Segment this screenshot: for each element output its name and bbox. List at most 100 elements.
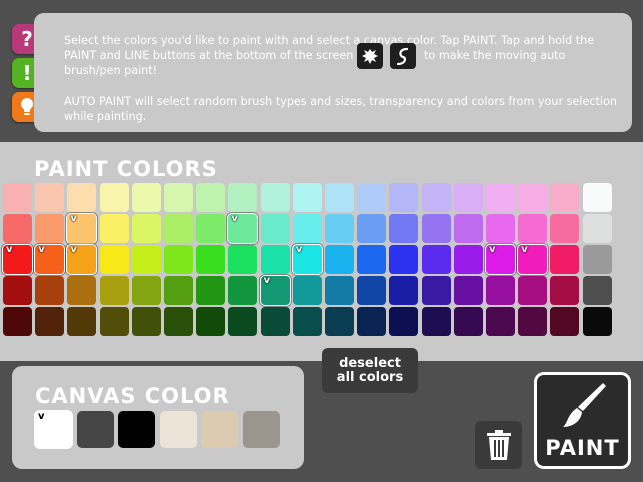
paint-swatch[interactable] (486, 307, 515, 336)
paint-swatch[interactable] (164, 245, 193, 274)
paint-swatch[interactable] (292, 183, 322, 212)
paint-swatch[interactable] (228, 183, 258, 212)
paint-swatch[interactable] (421, 245, 451, 274)
paint-swatch[interactable] (518, 307, 548, 336)
paint-swatch[interactable] (389, 245, 419, 274)
paint-swatch[interactable] (518, 214, 548, 243)
paint-swatch[interactable] (389, 307, 419, 336)
paint-swatch[interactable] (164, 276, 193, 305)
paint-swatch[interactable] (3, 276, 32, 305)
paint-swatch[interactable] (518, 276, 548, 305)
canvas-swatch[interactable]: v (35, 411, 72, 448)
paint-swatch[interactable] (550, 276, 580, 305)
paint-swatch[interactable] (228, 245, 258, 274)
paint-swatch[interactable] (453, 307, 483, 336)
paint-swatch[interactable] (196, 276, 226, 305)
paint-swatch[interactable] (164, 183, 193, 212)
paint-swatch[interactable] (453, 214, 483, 243)
paint-swatch[interactable] (3, 183, 32, 212)
paint-swatch[interactable] (196, 214, 226, 243)
paint-swatch[interactable] (35, 276, 65, 305)
paint-swatch[interactable] (389, 276, 419, 305)
paint-swatch[interactable] (550, 183, 580, 212)
paint-swatch[interactable]: v (3, 244, 32, 274)
paint-swatch[interactable] (421, 276, 451, 305)
paint-swatch[interactable] (582, 183, 612, 212)
paint-swatch[interactable] (99, 276, 129, 305)
paint-swatch[interactable] (131, 276, 161, 305)
paint-swatch[interactable] (582, 245, 612, 274)
paint-swatch[interactable] (389, 183, 419, 212)
paint-swatch[interactable] (453, 245, 483, 274)
paint-swatch[interactable] (131, 245, 161, 274)
paint-swatch[interactable] (228, 276, 258, 305)
paint-swatch[interactable] (67, 183, 97, 212)
paint-swatch[interactable] (453, 276, 483, 305)
paint-swatch[interactable] (99, 214, 129, 243)
paint-swatch[interactable]: v (228, 213, 258, 243)
paint-swatch[interactable] (325, 245, 354, 274)
paint-swatch[interactable] (196, 183, 226, 212)
paint-swatch[interactable] (260, 214, 290, 243)
paint-swatch[interactable] (35, 214, 65, 243)
paint-swatch[interactable] (3, 214, 32, 243)
paint-swatch[interactable] (357, 307, 387, 336)
paint-swatch[interactable] (164, 214, 193, 243)
canvas-swatch[interactable] (242, 411, 280, 448)
paint-swatch[interactable] (292, 276, 322, 305)
paint-swatch[interactable]: v (292, 244, 322, 274)
paint-swatch[interactable] (486, 276, 515, 305)
trash-button[interactable] (475, 421, 522, 469)
paint-swatch[interactable] (292, 307, 322, 336)
paint-swatch[interactable] (196, 245, 226, 274)
paint-swatch[interactable] (164, 307, 193, 336)
paint-swatch[interactable] (518, 183, 548, 212)
paint-swatch[interactable] (357, 276, 387, 305)
paint-swatch[interactable] (389, 214, 419, 243)
paint-swatch[interactable] (582, 307, 612, 336)
canvas-swatch[interactable] (76, 411, 114, 448)
paint-swatch[interactable] (35, 183, 65, 212)
paint-swatch[interactable] (357, 214, 387, 243)
paint-swatch[interactable] (325, 214, 354, 243)
paint-swatch[interactable] (550, 245, 580, 274)
paint-swatch[interactable] (582, 214, 612, 243)
paint-swatch[interactable] (260, 245, 290, 274)
paint-swatch[interactable]: v (67, 213, 97, 243)
paint-swatch[interactable] (550, 214, 580, 243)
paint-swatch[interactable] (421, 307, 451, 336)
paint-swatch[interactable] (357, 183, 387, 212)
paint-swatch[interactable]: v (260, 275, 290, 305)
paint-swatch[interactable] (453, 183, 483, 212)
canvas-swatch[interactable] (118, 411, 155, 448)
paint-swatch[interactable]: v (518, 244, 548, 274)
paint-swatch[interactable] (325, 276, 354, 305)
canvas-swatch[interactable] (201, 411, 238, 448)
paint-swatch[interactable]: v (67, 244, 97, 274)
paint-swatch[interactable] (357, 245, 387, 274)
paint-swatch[interactable] (260, 183, 290, 212)
paint-swatch[interactable] (131, 183, 161, 212)
paint-swatch[interactable] (3, 307, 32, 336)
paint-swatch[interactable] (486, 214, 515, 243)
paint-swatch[interactable] (67, 307, 97, 336)
paint-swatch[interactable] (421, 214, 451, 243)
paint-swatch[interactable]: v (486, 244, 515, 274)
paint-swatch[interactable] (325, 183, 354, 212)
paint-swatch[interactable] (582, 276, 612, 305)
paint-swatch[interactable] (292, 214, 322, 243)
paint-swatch[interactable] (99, 307, 129, 336)
paint-swatch[interactable] (196, 307, 226, 336)
paint-swatch[interactable] (131, 307, 161, 336)
paint-swatch[interactable] (325, 307, 354, 336)
paint-swatch[interactable] (35, 307, 65, 336)
paint-swatch[interactable] (421, 183, 451, 212)
paint-swatch[interactable] (486, 183, 515, 212)
paint-swatch[interactable]: v (35, 244, 65, 274)
deselect-all-button[interactable]: deselect all colors (322, 348, 418, 393)
canvas-swatch[interactable] (159, 411, 197, 448)
paint-swatch[interactable] (228, 307, 258, 336)
paint-swatch[interactable] (99, 245, 129, 274)
paint-swatch[interactable] (260, 307, 290, 336)
paint-swatch[interactable] (67, 276, 97, 305)
